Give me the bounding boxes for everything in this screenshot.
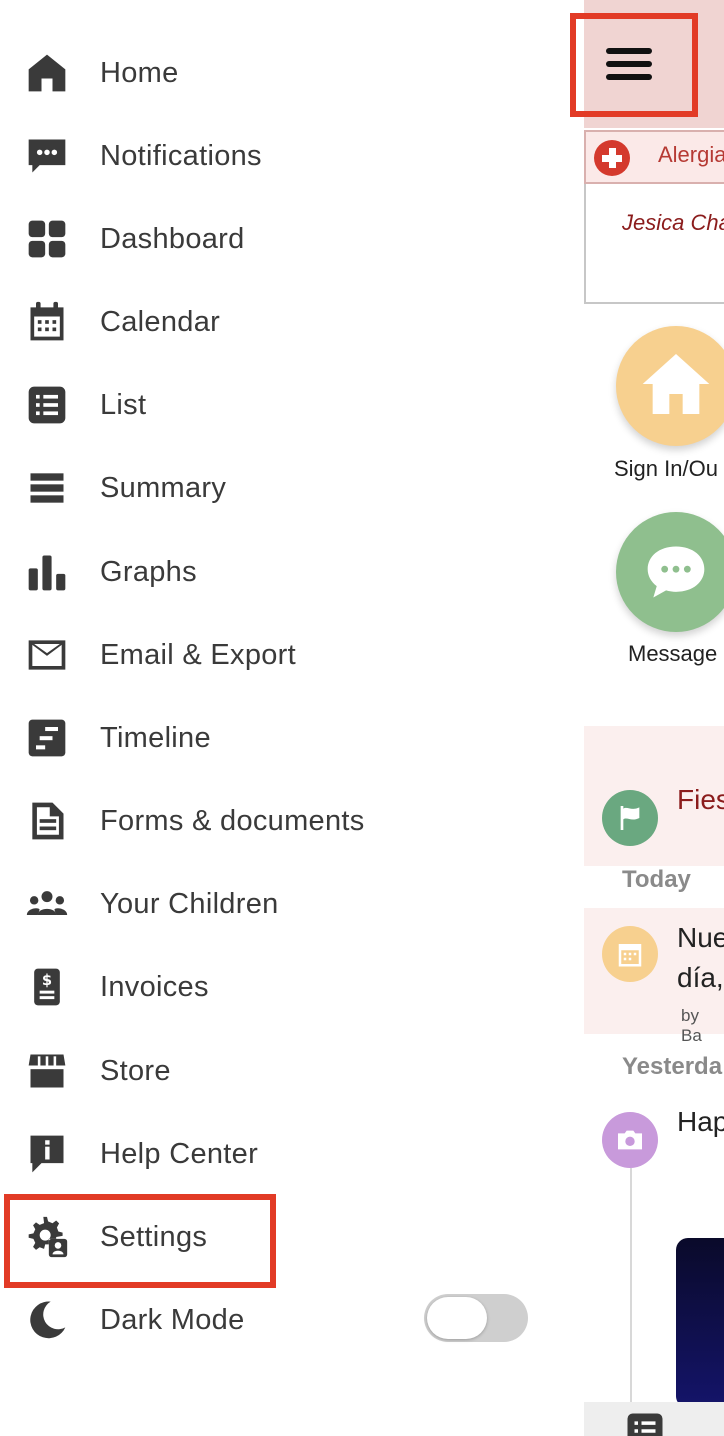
dark-mode-label: Dark Mode <box>100 1303 245 1336</box>
child-card[interactable]: Jesica Cha <box>584 184 724 304</box>
invoice-dollar-icon: $ <box>24 964 70 1010</box>
menu-item-dashboard[interactable]: Dashboard <box>0 204 560 274</box>
messages-label: Message <box>628 641 718 666</box>
allergy-banner[interactable]: Alergia <box>584 130 724 184</box>
yesterday-section-label: Yesterda <box>622 1053 723 1080</box>
menu-item-invoices[interactable]: $ Invoices <box>0 952 560 1022</box>
menu-item-your-children[interactable]: Your Children <box>0 869 560 939</box>
hamburger-menu-icon[interactable] <box>606 46 654 82</box>
timeline-line <box>630 1168 632 1408</box>
menu-item-store[interactable]: Store <box>0 1036 560 1106</box>
children-group-icon <box>24 881 70 927</box>
bar-graph-icon <box>24 549 70 595</box>
calendar-badge-icon <box>602 926 658 982</box>
svg-text:$: $ <box>42 972 52 989</box>
settings-gear-user-icon <box>24 1214 70 1260</box>
house-icon <box>642 354 710 414</box>
sign-in-out-button[interactable] <box>616 326 724 446</box>
menu-item-label: Help Center <box>100 1137 259 1170</box>
menu-item-label: Email & Export <box>100 638 296 671</box>
feed-item-2-title: Hap <box>677 1106 724 1137</box>
feed-item-1-author: by Ba <box>681 1006 702 1045</box>
envelope-icon <box>24 632 70 678</box>
child-name: Jesica Cha <box>622 210 724 235</box>
menu-item-label: Forms & documents <box>100 804 365 837</box>
medical-plus-icon <box>594 140 630 176</box>
menu-item-label: Invoices <box>100 970 209 1003</box>
camera-badge-icon <box>602 1112 658 1168</box>
list-tab-icon <box>627 1413 663 1436</box>
menu-item-list[interactable]: List <box>0 370 560 440</box>
main-screen-peek: Alergia Jesica Cha Sign In/Ou Message Fi… <box>584 0 724 1436</box>
menu-item-help-center[interactable]: Help Center <box>0 1119 560 1189</box>
menu-item-label: Dashboard <box>100 222 245 255</box>
menu-item-timeline[interactable]: Timeline <box>0 703 560 773</box>
document-icon <box>24 798 70 844</box>
summary-lines-icon <box>24 465 70 511</box>
home-icon <box>24 50 70 96</box>
allergy-text: Alergia <box>658 142 724 167</box>
menu-item-label: Calendar <box>100 305 221 338</box>
menu-item-email-export[interactable]: Email & Export <box>0 620 560 690</box>
chat-bubble-icon <box>24 133 70 179</box>
list-icon <box>24 382 70 428</box>
flag-icon <box>602 790 658 846</box>
menu-item-forms-documents[interactable]: Forms & documents <box>0 786 560 856</box>
menu-item-calendar[interactable]: Calendar <box>0 287 560 357</box>
menu-item-notifications[interactable]: Notifications <box>0 121 560 191</box>
menu-item-label: List <box>100 388 147 421</box>
menu-item-settings[interactable]: Settings <box>0 1202 560 1272</box>
menu-item-label: Timeline <box>100 721 211 754</box>
dark-mode-toggle[interactable] <box>424 1294 528 1342</box>
menu-item-label: Your Children <box>100 887 279 920</box>
messages-button[interactable] <box>616 512 724 632</box>
today-section-label: Today <box>622 866 691 893</box>
menu-item-label: Home <box>100 56 179 89</box>
toggle-knob <box>427 1297 487 1339</box>
bottom-tab-bar <box>584 1402 724 1436</box>
calendar-icon <box>24 299 70 345</box>
side-menu: Home Notifications Dashboard Calendar Li… <box>0 0 584 1436</box>
feed-item-1-line1: Nue <box>677 922 724 953</box>
menu-item-label: Store <box>100 1054 171 1087</box>
menu-item-label: Settings <box>100 1220 208 1253</box>
sign-in-out-label: Sign In/Ou <box>614 456 718 481</box>
menu-item-graphs[interactable]: Graphs <box>0 537 560 607</box>
feed-item-1-line2: día, <box>677 962 724 993</box>
menu-item-label: Summary <box>100 471 227 504</box>
app-header <box>584 0 724 128</box>
store-awning-icon <box>24 1048 70 1094</box>
moon-icon <box>24 1297 70 1343</box>
timeline-icon <box>24 715 70 761</box>
menu-item-summary[interactable]: Summary <box>0 453 560 523</box>
info-bubble-icon <box>24 1131 70 1177</box>
event-title: Fies <box>677 784 724 815</box>
menu-item-label: Notifications <box>100 139 262 172</box>
menu-item-home[interactable]: Home <box>0 38 560 108</box>
menu-item-label: Graphs <box>100 555 197 588</box>
dashboard-grid-icon <box>24 216 70 262</box>
photo-thumbnail[interactable] <box>676 1238 724 1408</box>
message-bubble-icon <box>647 546 705 598</box>
